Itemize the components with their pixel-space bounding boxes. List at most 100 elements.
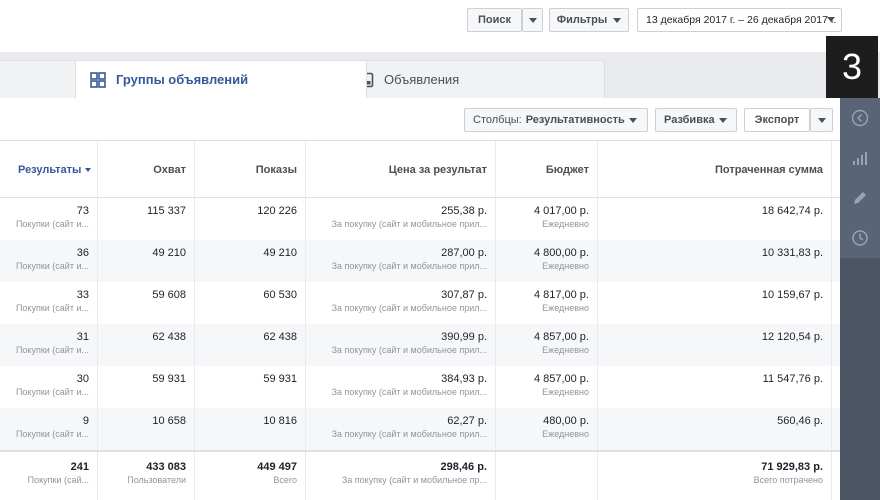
cell-value: 4 017,00 р. xyxy=(533,205,589,217)
filters-button[interactable]: Фильтры xyxy=(549,8,629,32)
cell-reach: 10 658 xyxy=(98,408,195,450)
cell-cpr: 390,99 р. За покупку (сайт и мобильное пр… xyxy=(306,324,496,366)
cell-value: 62,27 р. xyxy=(447,415,487,427)
edit-button[interactable] xyxy=(840,178,880,218)
tab-ad-sets[interactable]: Группы объявлений xyxy=(75,60,367,98)
cell-value: 49 210 xyxy=(263,247,297,259)
cell-budget: 4 017,00 р. Ежедневно xyxy=(496,198,598,240)
cell-subtext: Ежедневно xyxy=(542,261,589,271)
total-impressions: 449 497 Всего xyxy=(195,452,306,500)
cell-budget: 4 800,00 р. Ежедневно xyxy=(496,240,598,282)
total-cost-per-result: 298,46 р. За покупку (сайт и мобильное п… xyxy=(306,452,496,500)
tab-campaigns[interactable] xyxy=(0,60,82,98)
total-reach: 433 083 Пользователи xyxy=(98,452,195,500)
cell-value: 59 931 xyxy=(152,373,186,385)
table-row[interactable]: 36 Покупки (сайт и... 49 210 49 210 287,00 р… xyxy=(0,240,840,282)
table-row[interactable]: 73 Покупки (сайт и... 115 337 120 226 255,38… xyxy=(0,198,840,240)
cell-subtext: Покупки (сайт и... xyxy=(15,219,89,229)
cell-subtext: За покупку (сайт и мобильное прил... xyxy=(331,303,487,313)
table-actions: Столбцы: Результативность Разбивка Экспо… xyxy=(0,98,840,140)
cell-spent: 18 642,74 р. xyxy=(598,198,832,240)
column-header-budget[interactable]: Бюджет xyxy=(496,141,598,198)
ad-sets-table: Результаты Охват Показы Цена за результа… xyxy=(0,140,840,500)
cell-reach: 115 337 xyxy=(98,198,195,240)
cell-value: 255,38 р. xyxy=(441,205,487,217)
cell-impressions: 49 210 xyxy=(195,240,306,282)
cell-subtext: Ежедневно xyxy=(542,345,589,355)
cell-value: 30 xyxy=(76,373,89,385)
column-header-results[interactable]: Результаты xyxy=(0,141,98,198)
chevron-down-icon xyxy=(628,117,637,123)
export-label: Экспорт xyxy=(754,114,800,126)
cell-value: 59 608 xyxy=(152,289,186,301)
table-row[interactable]: 30 Покупки (сайт и... 59 931 59 931 384,93 р… xyxy=(0,366,840,408)
chevron-left-circle-icon xyxy=(851,109,869,127)
cell-reach: 49 210 xyxy=(98,240,195,282)
total-value: 449 497 xyxy=(257,461,297,473)
cell-value: 120 226 xyxy=(257,205,297,217)
cell-spent: 11 547,76 р. xyxy=(598,366,832,408)
cell-budget: 480,00 р. Ежедневно xyxy=(496,408,598,450)
tab-ads[interactable]: Объявления xyxy=(343,60,605,98)
cell-budget: 4 817,00 р. Ежедневно xyxy=(496,282,598,324)
top-toolbar: Поиск Фильтры 13 декабря 2017 г. – 26 де… xyxy=(0,0,880,52)
cell-subtext: За покупку (сайт и мобильное прил... xyxy=(331,345,487,355)
sort-desc-icon xyxy=(85,167,92,172)
cell-impressions: 59 931 xyxy=(195,366,306,408)
chevron-down-icon xyxy=(718,117,727,123)
table-row[interactable]: 31 Покупки (сайт и... 62 438 62 438 390,99 р… xyxy=(0,324,840,366)
cell-spent: 10 331,83 р. xyxy=(598,240,832,282)
tab-ad-sets-label: Группы объявлений xyxy=(116,72,249,87)
total-sub: За покупку (сайт и мобильное пр... xyxy=(341,475,487,485)
charts-button[interactable] xyxy=(840,138,880,178)
cell-value: 10 331,83 р. xyxy=(761,247,823,259)
cell-results: 33 Покупки (сайт и... xyxy=(0,282,98,324)
total-value: 298,46 р. xyxy=(440,461,487,473)
cell-subtext: За покупку (сайт и мобильное прил... xyxy=(331,387,487,397)
columns-dropdown[interactable]: Столбцы: Результативность xyxy=(464,108,648,132)
cell-value: 10 658 xyxy=(152,415,186,427)
column-header-amount-spent[interactable]: Потраченная сумма xyxy=(598,141,832,198)
total-sub: Покупки (сай... xyxy=(27,475,89,485)
column-header-impressions[interactable]: Показы xyxy=(195,141,306,198)
cell-results: 36 Покупки (сайт и... xyxy=(0,240,98,282)
cell-value: 560,46 р. xyxy=(777,415,823,427)
table-header: Результаты Охват Показы Цена за результа… xyxy=(0,140,840,198)
cell-subtext: Ежедневно xyxy=(542,387,589,397)
right-rail xyxy=(840,98,880,500)
cell-value: 60 530 xyxy=(263,289,297,301)
column-header-cost-per-result[interactable]: Цена за результат xyxy=(306,141,496,198)
chevron-down-icon xyxy=(528,17,537,23)
breakdown-dropdown[interactable]: Разбивка xyxy=(655,108,737,132)
search-dropdown-button[interactable] xyxy=(522,8,543,32)
cell-impressions: 120 226 xyxy=(195,198,306,240)
cell-value: 9 xyxy=(82,415,89,427)
total-results: 241 Покупки (сай... xyxy=(0,452,98,500)
export-dropdown-button[interactable] xyxy=(810,108,833,132)
date-range-picker[interactable]: 13 декабря 2017 г. – 26 декабря 2017 г. xyxy=(637,8,842,32)
cell-value: 390,99 р. xyxy=(441,331,487,343)
cell-value: 59 931 xyxy=(263,373,297,385)
column-header-reach[interactable]: Охват xyxy=(98,141,195,198)
collapse-panel-button[interactable] xyxy=(840,98,880,138)
total-sub: Всего xyxy=(273,475,297,485)
cell-results: 30 Покупки (сайт и... xyxy=(0,366,98,408)
cell-value: 11 547,76 р. xyxy=(762,373,823,385)
cell-subtext: За покупку (сайт и мобильное прил... xyxy=(331,429,487,439)
total-value: 433 083 xyxy=(146,461,186,473)
cell-cpr: 287,00 р. За покупку (сайт и мобильное пр… xyxy=(306,240,496,282)
cell-results: 31 Покупки (сайт и... xyxy=(0,324,98,366)
cell-value: 62 438 xyxy=(152,331,186,343)
total-budget xyxy=(496,452,598,500)
column-header-label: Бюджет xyxy=(545,163,589,176)
column-header-label: Результаты xyxy=(18,163,82,176)
history-button[interactable] xyxy=(840,218,880,258)
table-row[interactable]: 33 Покупки (сайт и... 59 608 60 530 307,87 р… xyxy=(0,282,840,324)
export-button[interactable]: Экспорт xyxy=(744,108,810,132)
search-button[interactable]: Поиск xyxy=(467,8,522,32)
table-row[interactable]: 9 Покупки (сайт и... 10 658 10 816 62,27 р. З… xyxy=(0,408,840,450)
cell-value: 10 816 xyxy=(263,415,297,427)
total-sub: Всего потрачено xyxy=(753,475,823,485)
cell-subtext: За покупку (сайт и мобильное прил... xyxy=(331,219,487,229)
filters-label: Фильтры xyxy=(556,14,608,26)
